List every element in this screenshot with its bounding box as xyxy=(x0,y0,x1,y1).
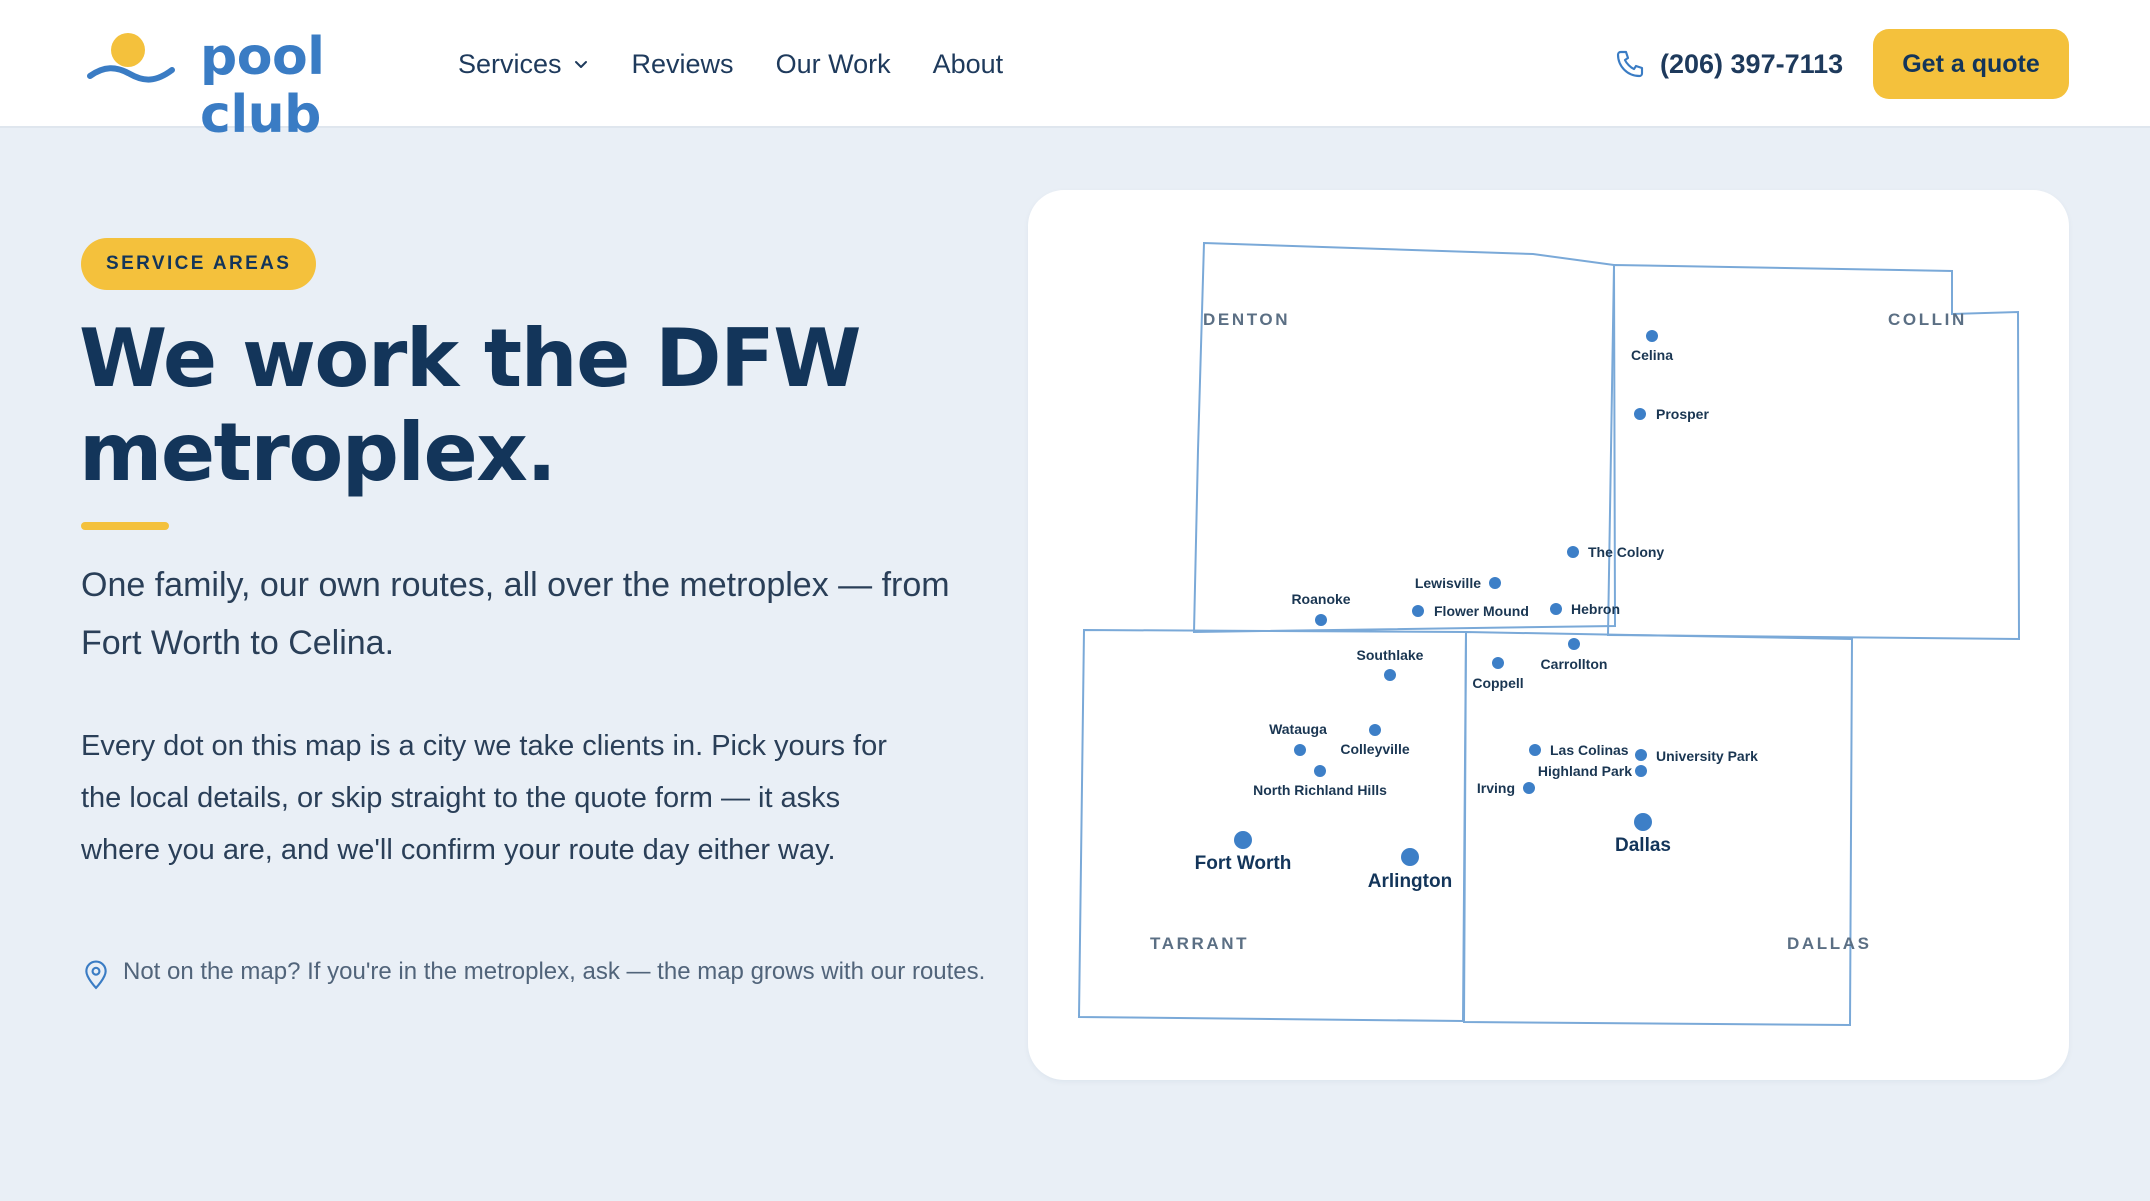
city-dot-university-park[interactable] xyxy=(1635,749,1647,761)
city-dot-celina[interactable] xyxy=(1646,330,1658,342)
city-label-roanoke[interactable]: Roanoke xyxy=(1291,591,1350,607)
city-dot-irving[interactable] xyxy=(1523,782,1535,794)
chevron-down-icon xyxy=(574,61,587,68)
city-dot-colleyville[interactable] xyxy=(1369,724,1381,736)
county-label-collin: COLLIN xyxy=(1888,310,1967,329)
nav-services[interactable]: Services xyxy=(458,44,590,84)
city-dot-hebron[interactable] xyxy=(1550,603,1562,615)
accent-divider xyxy=(81,522,169,530)
city-label-hebron[interactable]: Hebron xyxy=(1571,601,1620,617)
city-label-lewisville[interactable]: Lewisville xyxy=(1415,575,1481,591)
page-title-line-2: metroplex. xyxy=(79,406,557,499)
city-dot-prosper[interactable] xyxy=(1634,408,1646,420)
phone-link[interactable]: (206) 397-7113 xyxy=(1614,44,1843,84)
sun-wave-logo-icon xyxy=(87,33,175,83)
city-label-university-park[interactable]: University Park xyxy=(1656,748,1758,764)
phone-number: (206) 397-7113 xyxy=(1660,49,1844,79)
city-dot-roanoke[interactable] xyxy=(1315,614,1327,626)
top-navbar: pool club Services Reviews Our Work Abou… xyxy=(0,0,2150,144)
nav-about[interactable]: About xyxy=(933,44,1004,84)
city-dot-north-richland-hills[interactable] xyxy=(1314,765,1326,777)
city-dot-lewisville[interactable] xyxy=(1489,577,1501,589)
city-label-watauga[interactable]: Watauga xyxy=(1269,721,1327,737)
city-label-celina[interactable]: Celina xyxy=(1631,347,1673,363)
city-dot-fort-worth[interactable] xyxy=(1234,831,1252,849)
phone-icon xyxy=(1616,50,1644,78)
map-pin-icon xyxy=(85,960,107,990)
city-label-highland-park[interactable]: Highland Park xyxy=(1538,763,1632,779)
city-label-southlake[interactable]: Southlake xyxy=(1357,647,1424,663)
logo-link[interactable]: pool club xyxy=(86,26,416,144)
city-label-the-colony[interactable]: The Colony xyxy=(1588,544,1664,560)
map-note-text: Not on the map? If you're in the metropl… xyxy=(123,958,986,985)
get-quote-button[interactable]: Get a quote xyxy=(1873,29,2069,99)
city-label-irving[interactable]: Irving xyxy=(1477,780,1515,796)
service-area-map: DENTON COLLIN TARRANT DALLAS Celina Pros… xyxy=(1028,190,2069,1080)
city-dot-the-colony[interactable] xyxy=(1567,546,1579,558)
map-svg: DENTON COLLIN TARRANT DALLAS Celina Pros… xyxy=(1077,241,2021,1027)
city-label-fort-worth[interactable]: Fort Worth xyxy=(1195,853,1292,874)
city-dot-carrollton[interactable] xyxy=(1568,638,1580,650)
county-tarrant-shape xyxy=(1077,628,1468,1023)
county-label-tarrant: TARRANT xyxy=(1150,934,1249,953)
body-paragraph: Every dot on this map is a city we take … xyxy=(81,730,887,866)
county-label-denton: DENTON xyxy=(1203,310,1290,329)
page-title-line-1: We work the DFW xyxy=(79,312,861,405)
city-dot-coppell[interactable] xyxy=(1492,657,1504,669)
lead-paragraph: One family, our own routes, all over the… xyxy=(81,566,950,662)
primary-nav: Services Reviews Our Work About xyxy=(458,44,1045,84)
city-label-coppell[interactable]: Coppell xyxy=(1472,675,1523,691)
city-label-colleyville[interactable]: Colleyville xyxy=(1340,741,1409,757)
city-dot-watauga[interactable] xyxy=(1294,744,1306,756)
city-label-prosper[interactable]: Prosper xyxy=(1656,406,1709,422)
city-dot-highland-park[interactable] xyxy=(1635,765,1647,777)
city-label-carrollton[interactable]: Carrollton xyxy=(1541,656,1608,672)
page-title: We work the DFW metroplex. xyxy=(79,312,919,500)
logo-text: pool club xyxy=(200,27,325,145)
city-dot-southlake[interactable] xyxy=(1384,669,1396,681)
city-label-flower-mound[interactable]: Flower Mound xyxy=(1434,603,1529,619)
city-dot-dallas[interactable] xyxy=(1634,813,1652,831)
nav-services-label: Services xyxy=(458,49,562,79)
service-areas-badge: SERVICE AREAS xyxy=(81,238,317,290)
nav-our-work[interactable]: Our Work xyxy=(776,44,891,84)
city-dot-las-colinas[interactable] xyxy=(1529,744,1541,756)
city-label-north-richland-hills[interactable]: North Richland Hills xyxy=(1253,782,1387,798)
county-denton-shape xyxy=(1192,241,1617,634)
city-label-dallas[interactable]: Dallas xyxy=(1615,835,1671,856)
city-label-las-colinas[interactable]: Las Colinas xyxy=(1550,742,1629,758)
nav-reviews[interactable]: Reviews xyxy=(632,44,734,84)
city-dot-arlington[interactable] xyxy=(1401,848,1419,866)
city-dot-flower-mound[interactable] xyxy=(1412,605,1424,617)
county-label-dallas: DALLAS xyxy=(1787,934,1872,953)
city-label-arlington[interactable]: Arlington xyxy=(1368,871,1452,892)
